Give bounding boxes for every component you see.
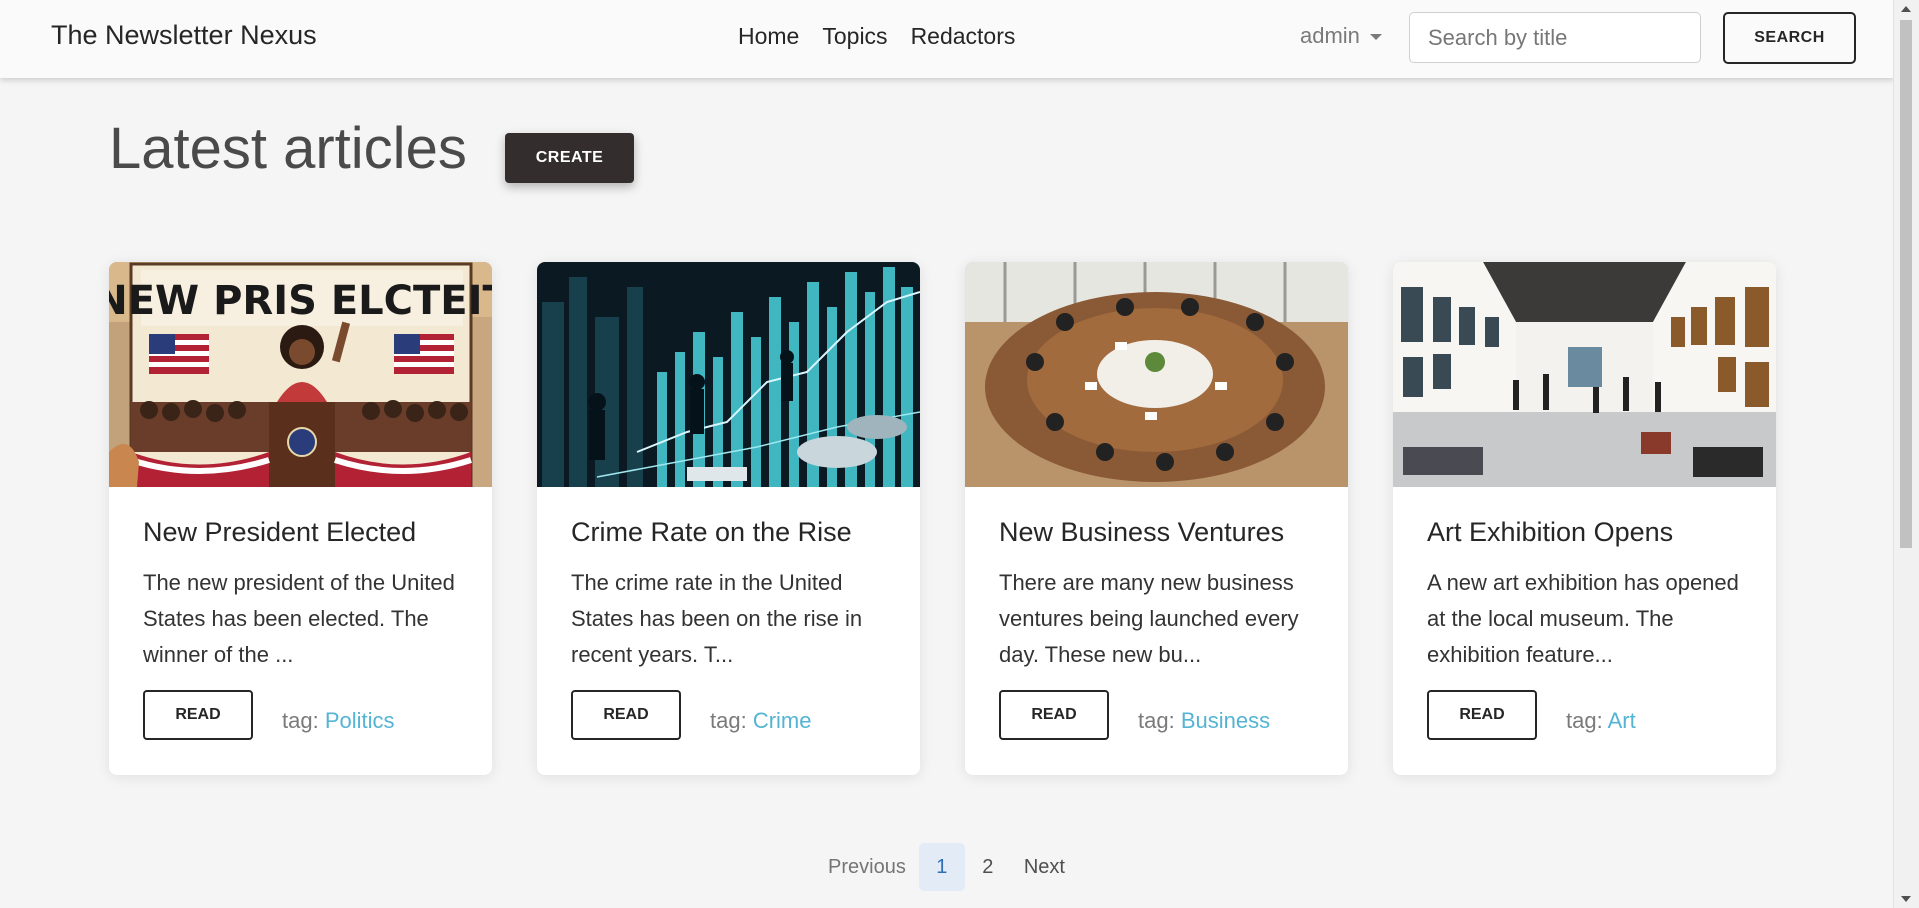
scroll-up-arrow-icon[interactable] — [1901, 6, 1911, 12]
read-button[interactable]: READ — [999, 690, 1109, 740]
article-image-gallery-hall — [1393, 262, 1776, 487]
article-card-crime: Crime Rate on the Rise The crime rate in… — [537, 262, 920, 775]
article-tag: tag: Crime — [710, 708, 812, 734]
navbar: The Newsletter Nexus Home Topics Redacto… — [0, 0, 1894, 78]
tag-link-politics[interactable]: Politics — [325, 708, 395, 733]
article-title[interactable]: Art Exhibition Opens — [1427, 517, 1673, 548]
article-tag: tag: Politics — [282, 708, 395, 734]
article-tag: tag: Business — [1138, 708, 1270, 734]
page-title: Latest articles — [109, 116, 467, 181]
tag-link-crime[interactable]: Crime — [753, 708, 812, 733]
search-input[interactable] — [1409, 12, 1701, 63]
pagination: Previous 1 2 Next — [815, 843, 1078, 891]
article-excerpt: The new president of the United States h… — [143, 570, 455, 667]
read-button[interactable]: READ — [1427, 690, 1537, 740]
article-title[interactable]: New Business Ventures — [999, 517, 1284, 548]
nav-links: Home Topics Redactors — [738, 23, 1015, 50]
user-dropdown[interactable]: admin — [1300, 23, 1382, 49]
tag-link-art[interactable]: Art — [1608, 708, 1636, 733]
brand-logo-text[interactable]: The Newsletter Nexus — [51, 20, 317, 51]
tag-prefix: tag: — [1566, 708, 1603, 733]
search-button[interactable]: SEARCH — [1723, 12, 1856, 64]
pagination-page-1[interactable]: 1 — [918, 843, 965, 891]
pagination-page-2[interactable]: 2 — [965, 843, 1011, 891]
article-card-business: New Business Ventures There are many new… — [965, 262, 1348, 775]
read-button[interactable]: READ — [143, 690, 253, 740]
article-excerpt: A new art exhibition has opened at the l… — [1427, 570, 1739, 667]
create-article-button[interactable]: CREATE — [505, 133, 634, 183]
article-excerpt: There are many new business ventures bei… — [999, 570, 1299, 667]
tag-prefix: tag: — [710, 708, 747, 733]
article-image-crime-chart — [537, 262, 920, 487]
nav-link-topics[interactable]: Topics — [822, 23, 887, 50]
article-excerpt: The crime rate in the United States has … — [571, 570, 863, 667]
vertical-scrollbar[interactable] — [1893, 0, 1919, 908]
nav-link-redactors[interactable]: Redactors — [911, 23, 1016, 50]
read-button[interactable]: READ — [571, 690, 681, 740]
pagination-next[interactable]: Next — [1011, 843, 1078, 891]
scrollbar-thumb[interactable] — [1900, 20, 1912, 548]
user-name: admin — [1300, 23, 1360, 48]
tag-prefix: tag: — [1138, 708, 1175, 733]
article-tag: tag: Art — [1566, 708, 1636, 734]
article-title[interactable]: New President Elected — [143, 517, 416, 548]
tag-prefix: tag: — [282, 708, 319, 733]
nav-link-home[interactable]: Home — [738, 23, 799, 50]
scroll-down-arrow-icon[interactable] — [1901, 896, 1911, 902]
caret-down-icon — [1369, 34, 1382, 40]
article-card-politics: NEW PRIS ELCTEIT New President Elected T… — [109, 262, 492, 775]
pagination-previous[interactable]: Previous — [815, 843, 919, 891]
article-title[interactable]: Crime Rate on the Rise — [571, 517, 852, 548]
poster-headline-text: NEW PRIS ELCTEIT — [109, 278, 492, 324]
article-image-election-poster: NEW PRIS ELCTEIT — [109, 262, 492, 487]
article-image-meeting-table — [965, 262, 1348, 487]
article-card-art: Art Exhibition Opens A new art exhibitio… — [1393, 262, 1776, 775]
tag-link-business[interactable]: Business — [1181, 708, 1270, 733]
